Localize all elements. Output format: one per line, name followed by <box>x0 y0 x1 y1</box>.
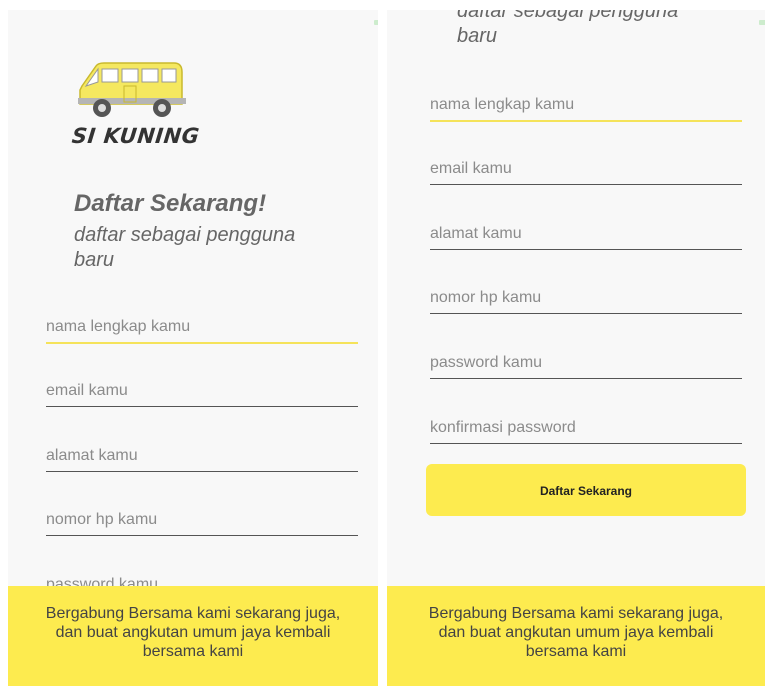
address-input[interactable] <box>430 225 742 243</box>
address-field[interactable] <box>46 427 358 472</box>
full-name-field[interactable] <box>46 298 358 344</box>
footer-line: bersama kami <box>525 643 627 660</box>
footer-line: Bergabung Bersama kami sekarang juga, <box>45 605 341 622</box>
status-dot <box>759 20 765 25</box>
full-name-input[interactable] <box>46 318 358 336</box>
confirm-password-field[interactable] <box>430 399 742 444</box>
footer-banner: Bergabung Bersama kami sekarang juga, da… <box>8 586 378 686</box>
van-logo-icon <box>78 62 186 117</box>
email-field[interactable] <box>430 140 742 185</box>
subtitle-line: baru <box>457 25 498 47</box>
email-input[interactable] <box>46 382 358 400</box>
phone-field[interactable] <box>46 491 358 536</box>
phone-input[interactable] <box>46 511 358 529</box>
footer-line: dan buat angkutan umum jaya kembali <box>438 624 714 641</box>
register-screen-scrolled: daftar sebagai pengguna baru Daftar Seka… <box>387 10 765 686</box>
email-field[interactable] <box>46 362 358 407</box>
full-name-field[interactable] <box>430 76 742 122</box>
page-subtitle: daftar sebagai pengguna baru <box>457 10 717 49</box>
address-field[interactable] <box>430 205 742 250</box>
password-input[interactable] <box>430 354 742 372</box>
confirm-password-input[interactable] <box>430 419 742 437</box>
register-button[interactable]: Daftar Sekarang <box>426 464 746 516</box>
email-input[interactable] <box>430 160 742 178</box>
full-name-input[interactable] <box>430 96 742 114</box>
password-field[interactable] <box>430 334 742 379</box>
register-screen-top: SI KUNING Daftar Sekarang! daftar sebaga… <box>8 10 378 686</box>
address-input[interactable] <box>46 447 358 465</box>
subtitle-line: daftar sebagai pengguna <box>457 10 679 22</box>
footer-banner: Bergabung Bersama kami sekarang juga, da… <box>387 586 765 686</box>
footer-line: bersama kami <box>142 643 244 660</box>
page-title: Daftar Sekarang! <box>74 190 267 217</box>
page-subtitle: daftar sebagai pengguna baru <box>74 223 334 273</box>
subtitle-line: daftar sebagai pengguna <box>74 224 296 246</box>
subtitle-line: baru <box>74 249 115 271</box>
footer-line: Bergabung Bersama kami sekarang juga, <box>428 605 724 622</box>
phone-input[interactable] <box>430 289 742 307</box>
status-dot <box>374 20 378 25</box>
footer-line: dan buat angkutan umum jaya kembali <box>55 624 331 641</box>
logo-text: SI KUNING <box>70 124 201 148</box>
phone-field[interactable] <box>430 269 742 314</box>
